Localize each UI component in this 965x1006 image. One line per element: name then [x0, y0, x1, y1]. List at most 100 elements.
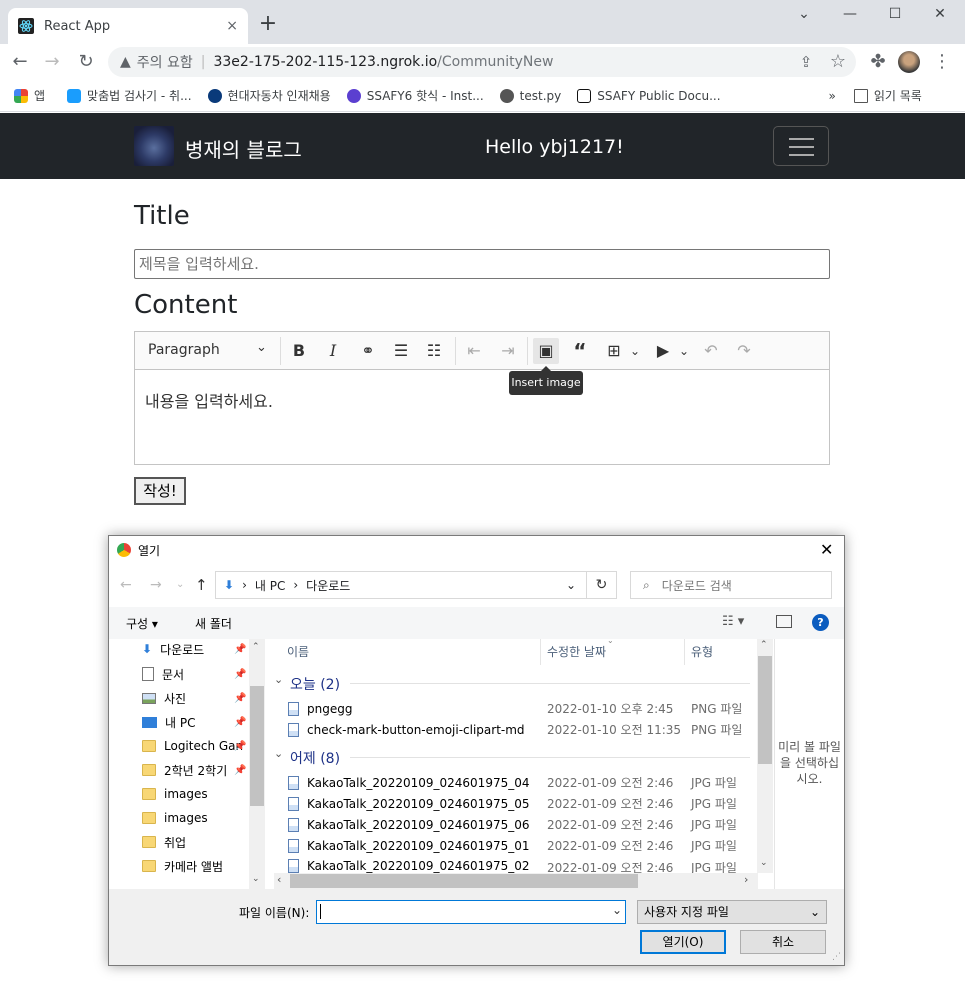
bookmark-spellcheck[interactable]: 맞춤법 검사기 - 취...: [67, 87, 192, 104]
group-yesterday[interactable]: 어제 (8): [290, 748, 340, 768]
undo-icon[interactable]: ↶: [700, 340, 722, 362]
bookmark-testpy[interactable]: test.py: [499, 88, 561, 103]
up-icon[interactable]: ↑: [195, 576, 208, 594]
blockquote-icon[interactable]: “: [569, 340, 591, 362]
cancel-button[interactable]: 취소: [740, 930, 826, 954]
back-icon[interactable]: ←: [8, 50, 32, 74]
bookmarks-overflow-icon[interactable]: »: [829, 89, 836, 103]
indent-icon[interactable]: ⇥: [497, 340, 519, 362]
nav-item-images-2[interactable]: images: [142, 806, 208, 830]
bookmark-star-icon[interactable]: ☆: [826, 50, 850, 74]
crumb-this-pc[interactable]: 내 PC: [255, 577, 285, 594]
nav-item-semester[interactable]: 2학년 2학기 📌: [142, 758, 246, 782]
dialog-close-icon[interactable]: ✕: [820, 540, 833, 559]
scroll-up-icon[interactable]: ⌃: [760, 640, 768, 650]
dialog-refresh-icon[interactable]: ↻: [587, 571, 617, 599]
bookmark-hyundai[interactable]: 현대자동차 인재채용: [207, 87, 331, 104]
organize-button[interactable]: 구성 ▾: [126, 615, 158, 632]
filename-input[interactable]: [316, 900, 626, 924]
preview-pane-icon[interactable]: [776, 615, 792, 628]
nav-item-images[interactable]: images: [142, 782, 208, 806]
collapse-chevron-icon[interactable]: ⌄: [274, 747, 283, 760]
hamburger-menu-button[interactable]: [773, 126, 829, 166]
editor-content[interactable]: 내용을 입력하세요.: [145, 388, 273, 412]
group-today[interactable]: 오늘 (2): [290, 674, 340, 694]
scroll-down-icon[interactable]: ⌄: [252, 874, 260, 884]
nav-item-camera-album[interactable]: 카메라 앨범: [142, 854, 223, 878]
redo-icon[interactable]: ↷: [733, 340, 755, 362]
nav-item-jobs[interactable]: 취업: [142, 830, 186, 854]
dialog-back-icon[interactable]: ←: [120, 577, 132, 593]
nav-item-this-pc[interactable]: 내 PC 📌: [142, 710, 246, 734]
file-row[interactable]: KakaoTalk_20220109_024601975_06 2022-01-…: [288, 814, 748, 835]
reading-list[interactable]: 읽기 목록: [853, 87, 922, 104]
reload-icon[interactable]: ↻: [74, 50, 98, 74]
address-bar[interactable]: ▲ 주의 요함 | 33e2-175-202-115-123.ngrok.io /…: [108, 47, 856, 77]
file-list-hscroll-thumb[interactable]: [290, 874, 638, 888]
brand-logo[interactable]: [134, 126, 174, 166]
new-tab-button[interactable]: +: [256, 12, 280, 36]
table-dropdown-icon[interactable]: ⌄: [624, 340, 646, 362]
italic-icon[interactable]: I: [322, 340, 344, 362]
media-icon[interactable]: ▶: [652, 340, 674, 362]
filetype-select[interactable]: 사용자 지정 파일 ⌄: [637, 900, 827, 924]
link-icon[interactable]: ⚭: [357, 340, 379, 362]
browser-tab[interactable]: React App ×: [8, 8, 248, 44]
dialog-forward-icon[interactable]: →: [150, 577, 162, 593]
tab-search-icon[interactable]: ⌄: [782, 6, 826, 28]
dialog-search-input[interactable]: ⌕ 다운로드 검색: [630, 571, 832, 599]
tab-close-icon[interactable]: ×: [226, 18, 238, 34]
window-close-icon[interactable]: ✕: [918, 6, 962, 28]
column-type[interactable]: 유형: [691, 643, 713, 660]
file-row[interactable]: KakaoTalk_20220109_024601975_04 2022-01-…: [288, 772, 748, 793]
menu-dots-icon[interactable]: ⋮: [930, 50, 954, 74]
numbered-list-icon[interactable]: ☷: [423, 340, 445, 362]
scroll-up-icon[interactable]: ⌃: [252, 642, 260, 652]
file-row[interactable]: KakaoTalk_20220109_024601975_01 2022-01-…: [288, 835, 748, 856]
help-icon[interactable]: ?: [812, 614, 829, 631]
bold-icon[interactable]: B: [288, 340, 310, 362]
profile-avatar[interactable]: [898, 51, 920, 73]
title-input[interactable]: 제목을 입력하세요.: [134, 249, 830, 279]
file-row[interactable]: check-mark-button-emoji-clipart-md 2022-…: [288, 719, 748, 740]
dialog-address-bar[interactable]: ⬇ › 내 PC › 다운로드 ⌄: [215, 571, 587, 599]
resize-grip-icon[interactable]: ⋰: [832, 952, 841, 962]
recent-dropdown-icon[interactable]: ⌄: [176, 579, 184, 590]
scroll-down-icon[interactable]: ⌄: [760, 858, 768, 868]
submit-button[interactable]: 작성!: [134, 477, 186, 505]
file-row[interactable]: KakaoTalk_20220109_024601975_02 2022-01-…: [288, 856, 748, 873]
maximize-icon[interactable]: ☐: [873, 6, 917, 28]
bookmark-ssafy-public[interactable]: SSAFY Public Docu...: [577, 88, 721, 103]
outdent-icon[interactable]: ⇤: [463, 340, 485, 362]
bookmark-apps[interactable]: 앱: [14, 87, 45, 104]
view-options-icon[interactable]: ☷ ▾: [722, 614, 744, 629]
nav-pane-scroll-thumb[interactable]: [250, 686, 264, 806]
forward-icon[interactable]: →: [40, 50, 64, 74]
crumb-downloads[interactable]: 다운로드: [306, 577, 350, 594]
column-name[interactable]: 이름: [287, 643, 309, 660]
collapse-chevron-icon[interactable]: ⌄: [274, 673, 283, 686]
brand-title[interactable]: 병재의 블로그: [185, 134, 302, 163]
scroll-right-icon[interactable]: ›: [744, 873, 748, 886]
open-button[interactable]: 열기(O): [640, 930, 726, 954]
new-folder-button[interactable]: 새 폴더: [195, 615, 232, 632]
address-dropdown-icon[interactable]: ⌄: [566, 578, 576, 592]
chevron-down-icon[interactable]: ⌄: [256, 340, 267, 355]
bulleted-list-icon[interactable]: ☰: [390, 340, 412, 362]
column-date[interactable]: 수정한 날짜: [547, 643, 606, 660]
file-list-scroll-thumb[interactable]: [758, 656, 772, 764]
paragraph-dropdown[interactable]: Paragraph: [148, 342, 220, 358]
nav-item-pictures[interactable]: 사진 📌: [142, 686, 246, 710]
file-row[interactable]: KakaoTalk_20220109_024601975_05 2022-01-…: [288, 793, 748, 814]
file-row[interactable]: pngegg 2022-01-10 오후 2:45 PNG 파일: [288, 698, 748, 719]
scroll-left-icon[interactable]: ‹: [277, 873, 281, 886]
nav-item-documents[interactable]: 문서 📌: [142, 662, 246, 686]
minimize-icon[interactable]: —: [828, 6, 872, 28]
share-icon[interactable]: ⇪: [794, 50, 818, 74]
table-icon[interactable]: ⊞: [603, 340, 625, 362]
extensions-icon[interactable]: ✤: [866, 50, 890, 74]
filename-dropdown-icon[interactable]: ⌄: [612, 903, 622, 917]
bookmark-ssafy-hot[interactable]: SSAFY6 핫식 - Inst...: [346, 87, 484, 104]
nav-item-downloads[interactable]: ⬇ 다운로드 📌: [142, 637, 246, 661]
nav-item-logitech[interactable]: Logitech Gan 📌: [142, 734, 246, 758]
